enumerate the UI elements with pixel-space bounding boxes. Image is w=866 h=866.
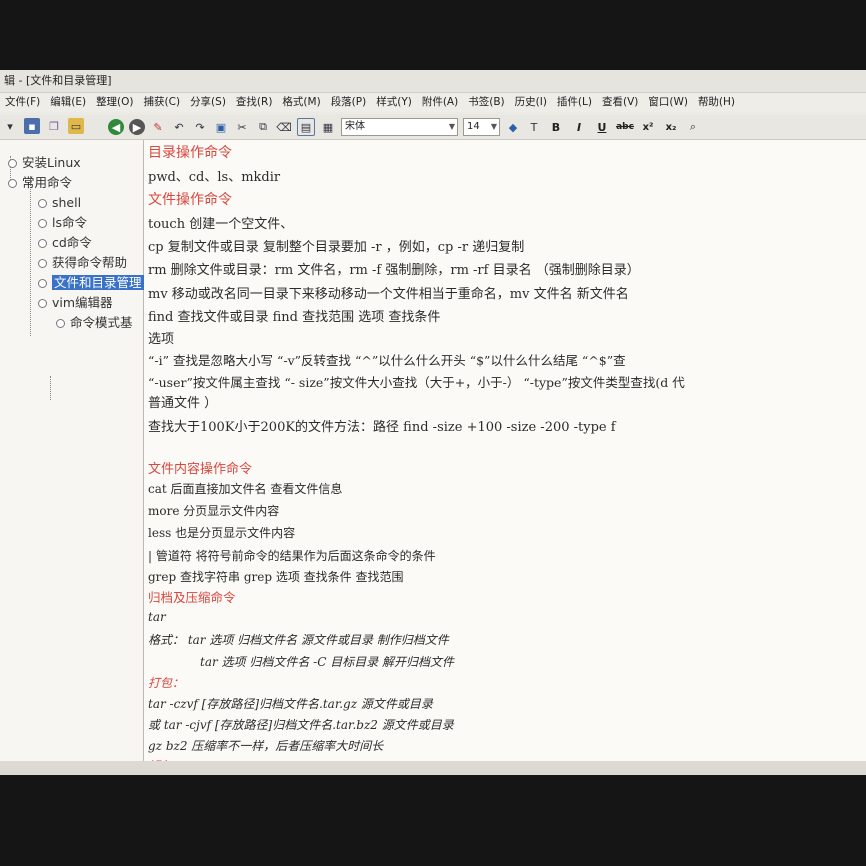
heading-content-commands: 文件内容操作命令 <box>148 462 253 477</box>
subscript-button[interactable]: x₂ <box>662 122 680 133</box>
new-note-icon[interactable]: ▾ <box>2 118 18 134</box>
content-line: 普通文件 ） <box>148 396 218 411</box>
table-icon[interactable]: ▦ <box>320 119 336 135</box>
copy-format-icon[interactable]: ⧉ <box>255 119 271 135</box>
content-line: gz bz2 压缩率不一样，后者压缩率大时间长 <box>148 739 384 753</box>
content-line: 选项 <box>148 332 175 347</box>
note-editor[interactable]: 目录操作命令 pwd、cd、ls、mkdir 文件操作命令 touch 创建一个… <box>144 140 866 775</box>
menu-view[interactable]: 查看(V) <box>597 93 643 112</box>
font-select[interactable]: 宋体 ▼ <box>341 118 458 136</box>
note-tree: 安装Linux 常用命令 shell ls命令 cd命令 获得命令帮助 文件和目… <box>0 140 144 775</box>
save-icon[interactable]: ▪ <box>24 118 40 134</box>
content-line: grep 查找字符串 grep 选项 查找条件 查找范围 <box>148 570 404 584</box>
tree-item-common-commands[interactable]: 常用命令 <box>8 174 72 192</box>
node-icon <box>8 179 17 188</box>
layout-icon[interactable]: ▤ <box>297 118 315 136</box>
superscript-button[interactable]: x² <box>639 122 657 133</box>
tree-item-shell[interactable]: shell <box>38 194 81 212</box>
tree-item-cd[interactable]: cd命令 <box>38 234 92 252</box>
heading-pack: 打包： <box>148 676 185 690</box>
node-icon <box>8 159 17 168</box>
tree-item-vim[interactable]: vim编辑器 <box>38 294 113 312</box>
redo-icon[interactable]: ↷ <box>192 119 208 135</box>
strikethrough-button[interactable]: abc <box>616 122 634 132</box>
menu-format[interactable]: 格式(M) <box>277 93 325 112</box>
tree-item-file-dir-management[interactable]: 文件和目录管理 <box>38 274 144 292</box>
menu-organize[interactable]: 整理(O) <box>91 93 138 112</box>
menu-bookmark[interactable]: 书签(B) <box>463 93 509 112</box>
tree-item-ls[interactable]: ls命令 <box>38 214 87 232</box>
content-line: pwd、cd、ls、mkdir <box>148 170 281 185</box>
folder-icon[interactable]: ▭ <box>68 118 84 134</box>
node-icon <box>38 259 47 268</box>
menu-help[interactable]: 帮助(H) <box>693 93 740 112</box>
font-size: 14 <box>467 121 480 132</box>
underline-button[interactable]: U <box>593 121 611 134</box>
content-line: 查找大于100K小于200K的文件方法：路径 find -size +100 -… <box>148 420 616 435</box>
content-line: find 查找文件或目录 find 查找范围 选项 查找条件 <box>148 310 441 325</box>
tree-item-command-mode[interactable]: 命令模式基 <box>56 314 133 332</box>
chevron-down-icon: ▼ <box>490 122 497 131</box>
menu-attachment[interactable]: 附件(A) <box>417 93 463 112</box>
menu-paragraph[interactable]: 段落(P) <box>326 93 372 112</box>
status-bar <box>0 761 866 775</box>
content-line: tar 选项 归档文件名 -C 目标目录 解开归档文件 <box>200 655 455 669</box>
content-line: more 分页显示文件内容 <box>148 504 280 518</box>
window-title: 辑 - [文件和目录管理] <box>0 70 866 93</box>
forward-icon[interactable]: ▶ <box>129 119 145 135</box>
back-icon[interactable]: ◀ <box>108 119 124 135</box>
font-name: 宋体 <box>345 121 365 132</box>
menu-style[interactable]: 样式(Y) <box>371 93 417 112</box>
node-icon <box>38 239 47 248</box>
content-line: cp 复制文件或目录 复制整个目录要加 -r ，例如，cp -r 递归复制 <box>148 240 525 255</box>
chevron-down-icon: ▼ <box>448 122 455 131</box>
content-line: 格式： tar 选项 归档文件名 源文件或目录 制作归档文件 <box>148 633 449 647</box>
menu-plugin[interactable]: 插件(L) <box>552 93 597 112</box>
bold-button[interactable]: B <box>547 121 565 134</box>
search-icon[interactable]: ⌕ <box>685 119 701 135</box>
menu-history[interactable]: 历史(I) <box>510 93 552 112</box>
app-window: 辑 - [文件和目录管理] 文件(F) 编辑(E) 整理(O) 捕获(C) 分享(S) 查… <box>0 70 866 775</box>
italic-button[interactable]: I <box>570 121 588 134</box>
cut-icon[interactable]: ✂ <box>234 119 250 135</box>
menu-file[interactable]: 文件(F) <box>0 93 45 112</box>
node-icon <box>38 219 47 228</box>
heading-archive-commands: 归档及压缩命令 <box>148 590 236 605</box>
tree-item-install-linux[interactable]: 安装Linux <box>8 154 81 172</box>
content-line: touch 创建一个空文件、 <box>148 217 294 232</box>
content-line: “-i” 查找是忽略大小写 “-v”反转查找 “^”以什么什么开头 “$”以什么… <box>148 353 626 368</box>
node-icon <box>38 199 47 208</box>
pen-icon[interactable]: ✎ <box>150 119 166 135</box>
content-line: rm 删除文件或目录：rm 文件名，rm -f 强制删除，rm -rf 目录名 … <box>148 263 640 278</box>
content-line: cat 后面直接加文件名 查看文件信息 <box>148 482 343 496</box>
content-line: “-user”按文件属主查找 “- size”按文件大小查找（大于+，小于-） … <box>148 375 685 390</box>
content-line: less 也是分页显示文件内容 <box>148 526 296 540</box>
content-line: tar -czvf [存放路径]归档文件名.tar.gz 源文件或目录 <box>148 697 433 711</box>
menu-bar: 文件(F) 编辑(E) 整理(O) 捕获(C) 分享(S) 查找(R) 格式(M) 段落(P)… <box>0 93 866 112</box>
content-line: | 管道符 将符号前命令的结果作为后面这条命令的条件 <box>148 549 436 563</box>
menu-window[interactable]: 窗口(W) <box>643 93 693 112</box>
node-icon <box>38 279 47 288</box>
node-icon <box>38 299 47 308</box>
undo-icon[interactable]: ↶ <box>171 119 187 135</box>
highlight-icon[interactable]: ◆ <box>505 119 521 135</box>
content-line: tar <box>148 610 166 624</box>
paste-icon[interactable]: ▣ <box>213 119 229 135</box>
copy-icon[interactable]: ❐ <box>46 118 62 134</box>
text-color-icon[interactable]: T <box>526 119 542 135</box>
node-icon <box>56 319 65 328</box>
menu-capture[interactable]: 捕获(C) <box>139 93 186 112</box>
content-line: mv 移动或改名同一目录下来移动移动一个文件相当于重命名，mv 文件名 新文件名 <box>148 287 629 302</box>
heading-file-commands: 文件操作命令 <box>148 192 232 208</box>
eraser-icon[interactable]: ⌫ <box>276 119 292 135</box>
tree-item-help[interactable]: 获得命令帮助 <box>38 254 127 272</box>
heading-dir-commands: 目录操作命令 <box>148 145 232 161</box>
menu-edit[interactable]: 编辑(E) <box>45 93 91 112</box>
menu-share[interactable]: 分享(S) <box>185 93 231 112</box>
font-size-select[interactable]: 14 ▼ <box>463 118 500 136</box>
menu-find[interactable]: 查找(R) <box>231 93 278 112</box>
content-line: 或 tar -cjvf [存放路径]归档文件名.tar.bz2 源文件或目录 <box>148 718 454 732</box>
toolbar: ▾ ▪ ❐ ▭ ◀ ▶ ✎ ↶ ↷ ▣ ✂ ⧉ ⌫ ▤ ▦ 宋体 ▼ 14 ▼ ◆ … <box>0 115 866 140</box>
